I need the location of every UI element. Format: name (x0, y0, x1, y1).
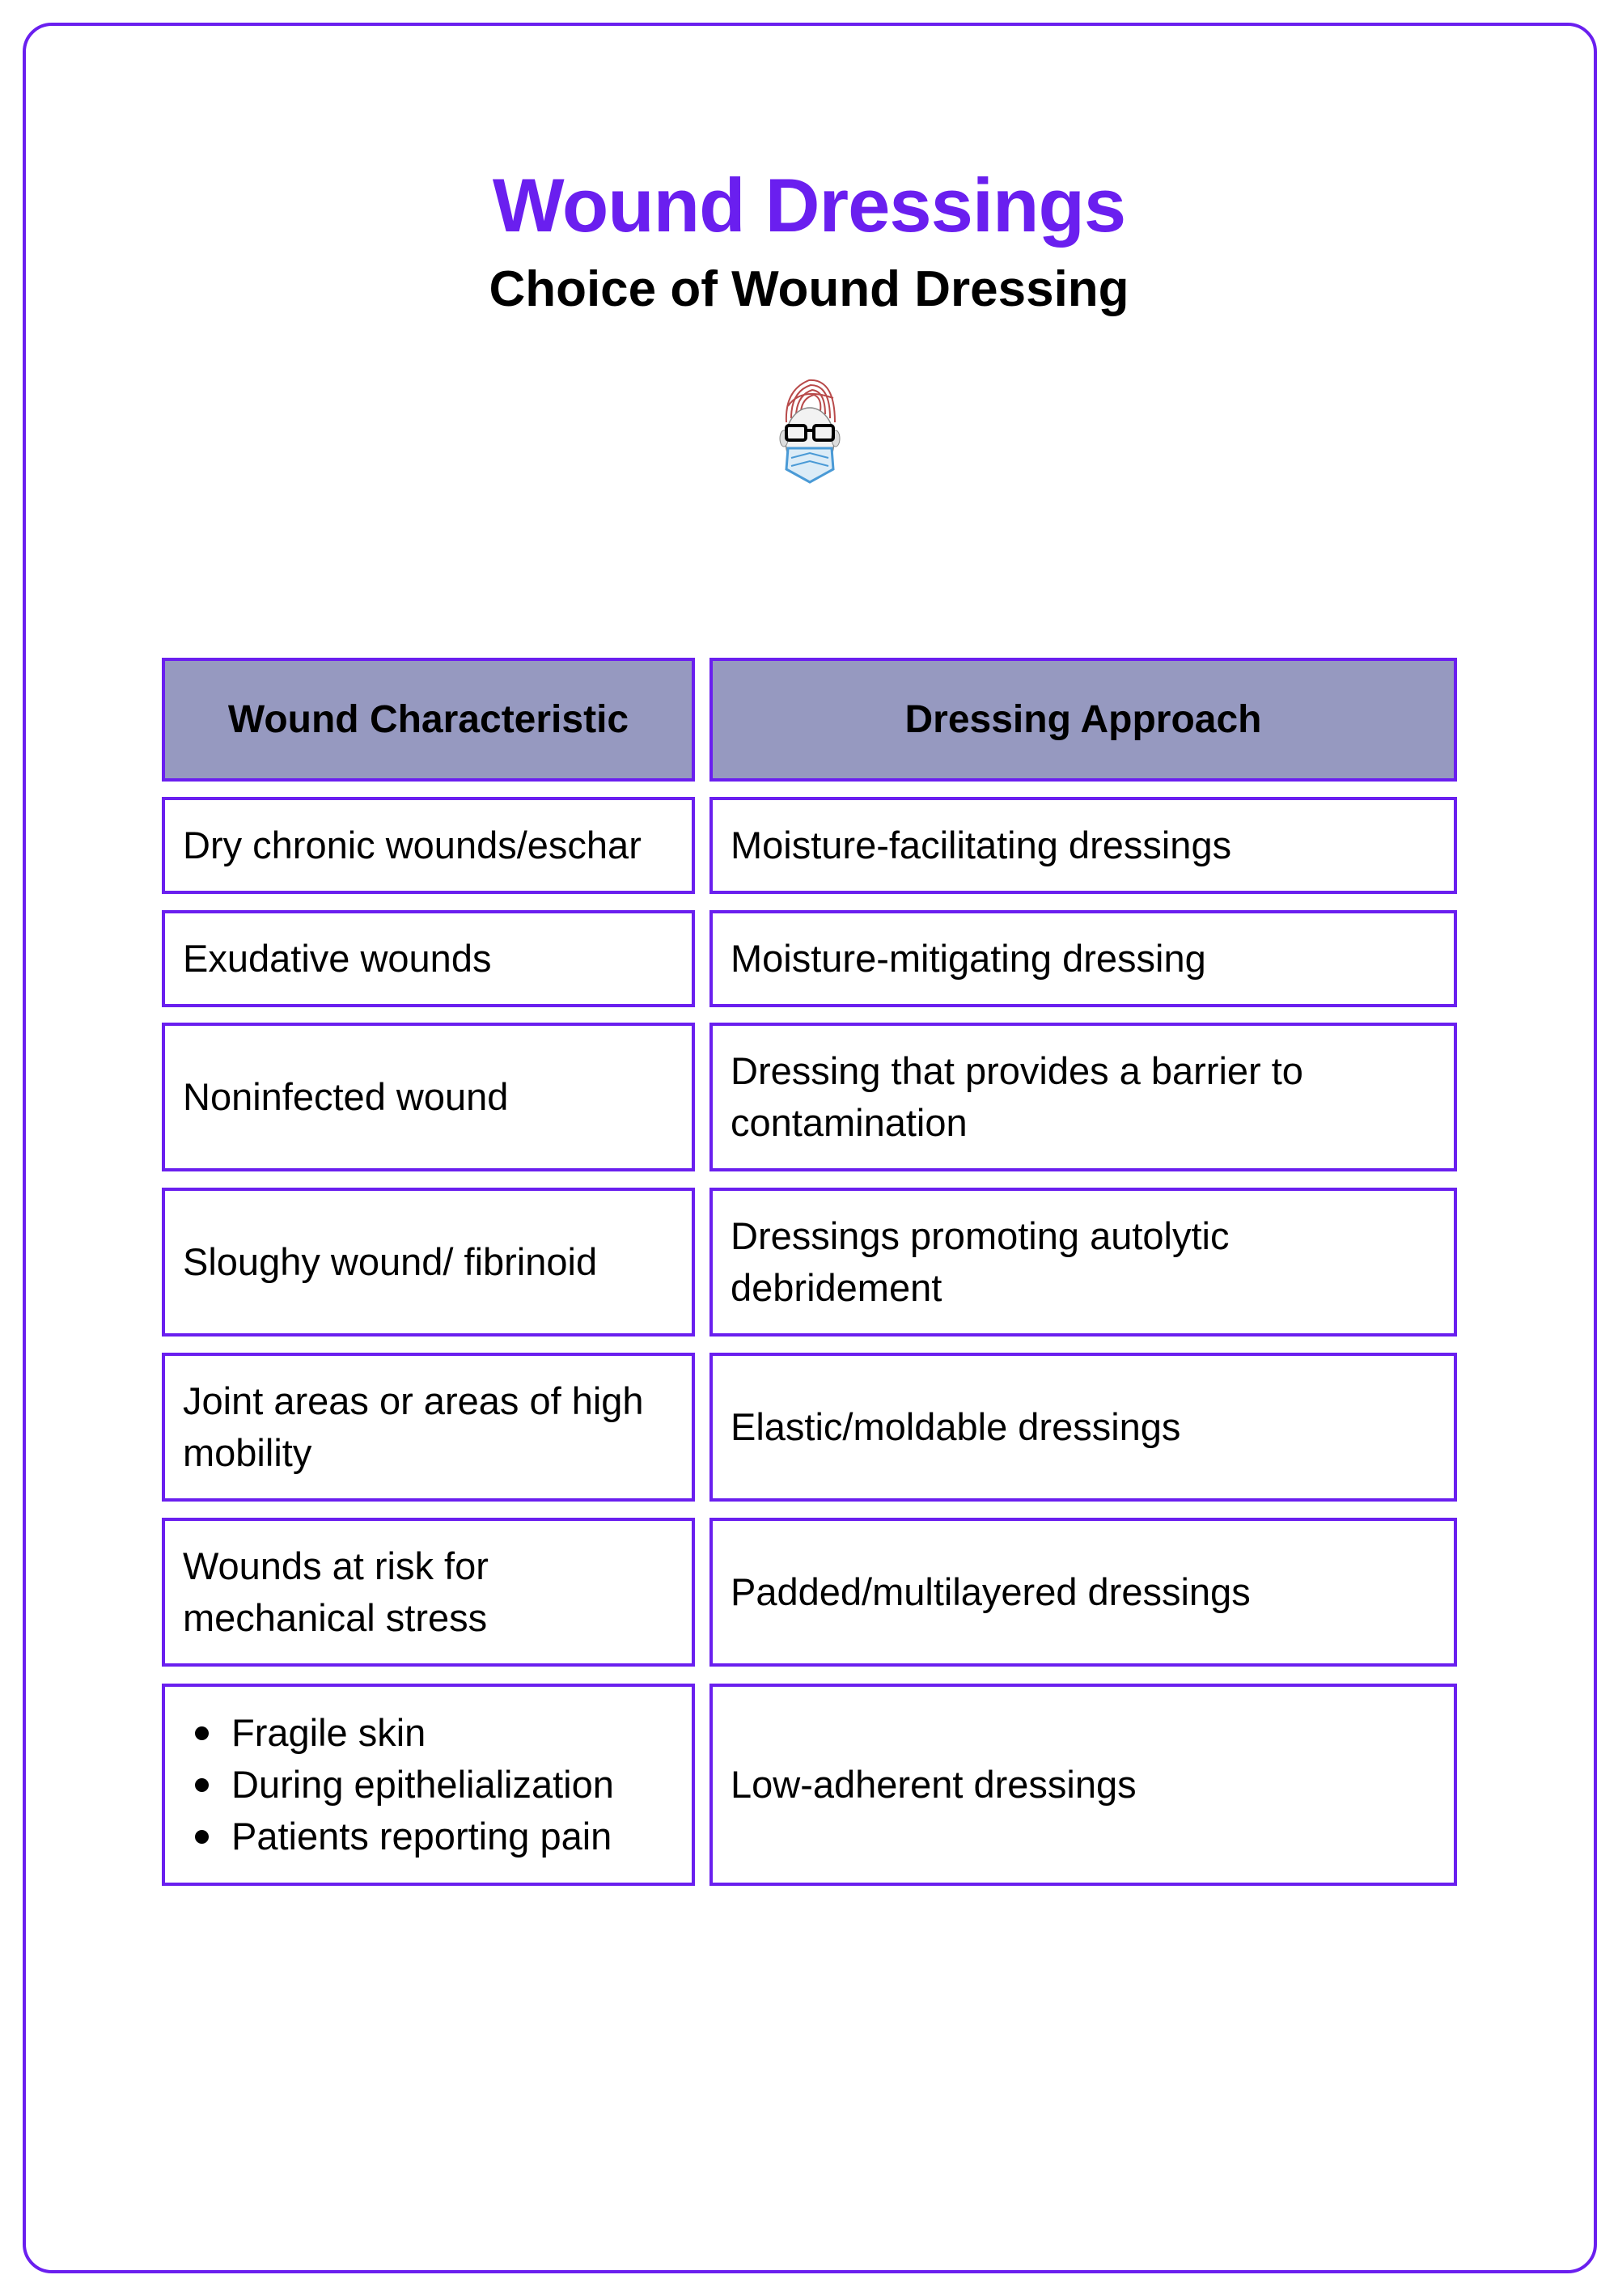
cell-text: Dressings promoting autolytic debridemen… (731, 1214, 1230, 1309)
bullet-item: Patients reporting pain (195, 1811, 614, 1862)
cell-text: Dry chronic wounds/eschar (183, 824, 642, 866)
table-cell-approach: Dressings promoting autolytic debridemen… (709, 1188, 1457, 1337)
cell-text: Moisture-facilitating dressings (731, 824, 1232, 866)
table-cell-approach: Padded/multilayered dressings (709, 1518, 1457, 1667)
page-subtitle: Choice of Wound Dressing (489, 261, 1129, 317)
column-header-dressing-approach: Dressing Approach (709, 658, 1457, 782)
bullet-list: Fragile skin During epithelialization Pa… (183, 1707, 614, 1862)
table-cell-characteristic: Sloughy wound/ fibrinoid (162, 1188, 695, 1337)
cell-text: Dressing that provides a barrier to cont… (731, 1049, 1303, 1144)
table-cell-characteristic-list: Fragile skin During epithelialization Pa… (162, 1684, 695, 1886)
page-title: Wound Dressings (492, 163, 1126, 248)
table-cell-approach: Dressing that provides a barrier to cont… (709, 1023, 1457, 1171)
cell-text: Noninfected wound (183, 1075, 509, 1118)
cell-text: Sloughy wound/ fibrinoid (183, 1240, 598, 1283)
table-cell-approach: Moisture-facilitating dressings (709, 797, 1457, 894)
column-header-wound-characteristic: Wound Characteristic (162, 658, 695, 782)
table-cell-characteristic: Noninfected wound (162, 1023, 695, 1171)
cell-text: Elastic/moldable dressings (731, 1405, 1181, 1448)
table-cell-characteristic: Wounds at risk for mechanical stress (162, 1518, 695, 1667)
bullet-item: During epithelialization (195, 1759, 614, 1811)
cell-text: Low-adherent dressings (731, 1763, 1137, 1806)
column-header-label: Wound Characteristic (227, 697, 629, 741)
table-cell-approach: Low-adherent dressings (709, 1684, 1457, 1886)
cell-text: Padded/multilayered dressings (731, 1570, 1251, 1613)
table-cell-characteristic: Joint areas or areas of high mobility (162, 1353, 695, 1502)
table-cell-characteristic: Dry chronic wounds/eschar (162, 797, 695, 894)
table-cell-approach: Elastic/moldable dressings (709, 1353, 1457, 1502)
cell-text: Wounds at risk for mechanical stress (183, 1544, 489, 1639)
masked-doctor-avatar-icon (779, 379, 841, 484)
cell-text: Moisture-mitigating dressing (731, 937, 1206, 980)
bullet-item: Fragile skin (195, 1707, 614, 1759)
table-cell-approach: Moisture-mitigating dressing (709, 910, 1457, 1007)
cell-text: Exudative wounds (183, 937, 492, 980)
table-cell-characteristic: Exudative wounds (162, 910, 695, 1007)
column-header-label: Dressing Approach (904, 697, 1262, 741)
cell-text: Joint areas or areas of high mobility (183, 1379, 644, 1474)
